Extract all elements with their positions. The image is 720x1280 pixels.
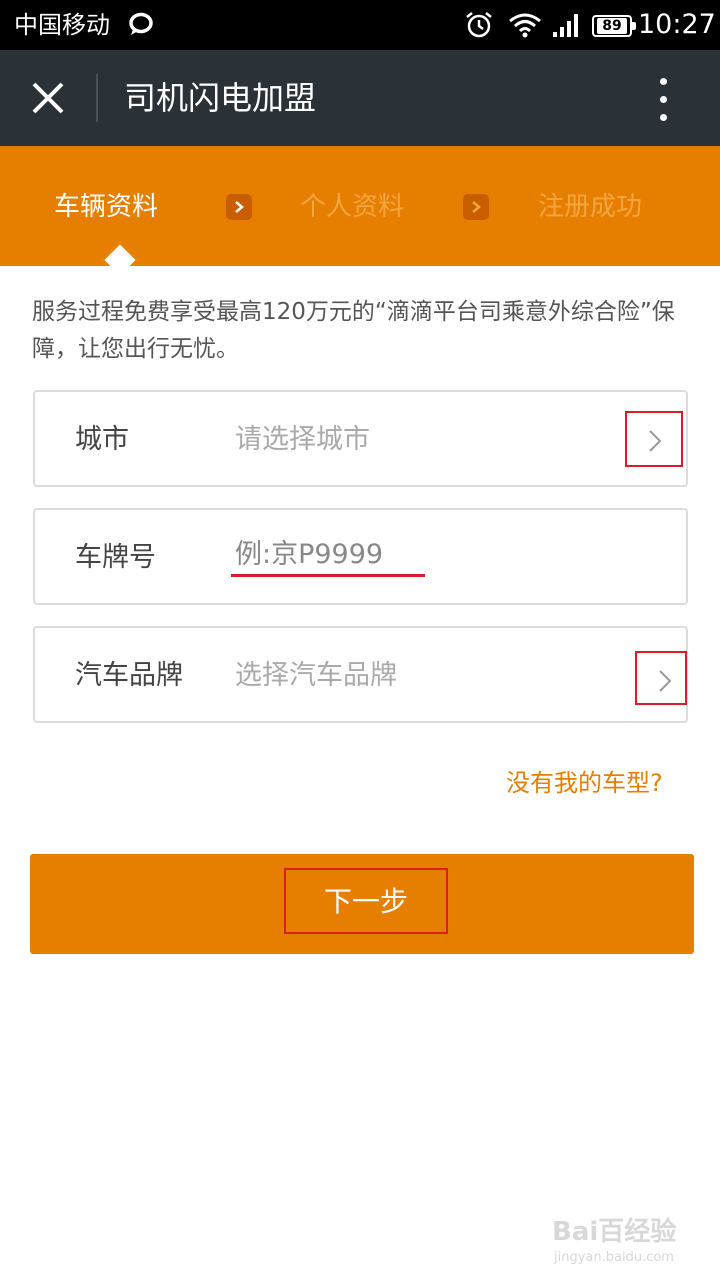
step-vehicle-info: 车辆资料 [54,192,159,222]
plate-input[interactable] [235,530,655,578]
message-bubble-icon [129,12,153,35]
next-button-highlight: 下一步 [284,868,448,934]
no-car-model-link[interactable]: 没有我的车型? [506,766,663,800]
title-divider [96,74,98,122]
more-dot [660,78,667,85]
clock: 10:27 [638,9,716,40]
city-placeholder: 请选择城市 [235,424,370,455]
signal-icon [553,14,578,37]
step-arrow-icon [226,194,252,220]
plate-field: 车牌号 [33,508,688,605]
next-step-button[interactable]: 下一步 [30,854,694,954]
step-arrow-icon [463,194,489,220]
watermark-logo: Bai百经验 [552,1217,677,1247]
watermark-url: jingyan.baidu.com [554,1250,674,1265]
car-brand-field[interactable]: 汽车品牌 选择汽车品牌 [33,626,688,723]
baidu-watermark: Bai百经验 jingyan.baidu.com [548,1214,698,1274]
chevron-right-icon[interactable] [625,411,683,467]
car-brand-placeholder: 选择汽车品牌 [235,660,397,691]
wifi-icon [509,13,541,38]
title-bar: 司机闪电加盟 [0,50,720,146]
close-icon[interactable] [20,68,78,128]
more-menu-icon[interactable] [646,72,682,126]
next-button-label: 下一步 [323,886,408,917]
battery-level: 89 [597,18,627,34]
more-dot [660,114,667,121]
battery-icon: 89 [592,15,636,37]
page-title: 司机闪电加盟 [124,79,317,117]
input-underline [231,574,425,577]
plate-label: 车牌号 [75,542,156,573]
city-field[interactable]: 城市 请选择城市 [33,390,688,487]
step-personal-info: 个人资料 [300,192,405,222]
step-indicator: 车辆资料 个人资料 注册成功 [0,146,720,266]
more-dot [660,96,667,103]
step-registration-success: 注册成功 [538,192,643,222]
city-label: 城市 [75,424,129,455]
carrier-label: 中国移动 [14,11,110,39]
insurance-notice: 服务过程免费享受最高120万元的“滴滴平台司乘意外综合险”保障，让您出行无忧。 [32,299,675,362]
chevron-right-icon[interactable] [635,651,687,705]
status-bar: 中国移动 89 10:27 [0,0,720,50]
alarm-icon [466,12,492,38]
car-brand-label: 汽车品牌 [75,660,183,691]
